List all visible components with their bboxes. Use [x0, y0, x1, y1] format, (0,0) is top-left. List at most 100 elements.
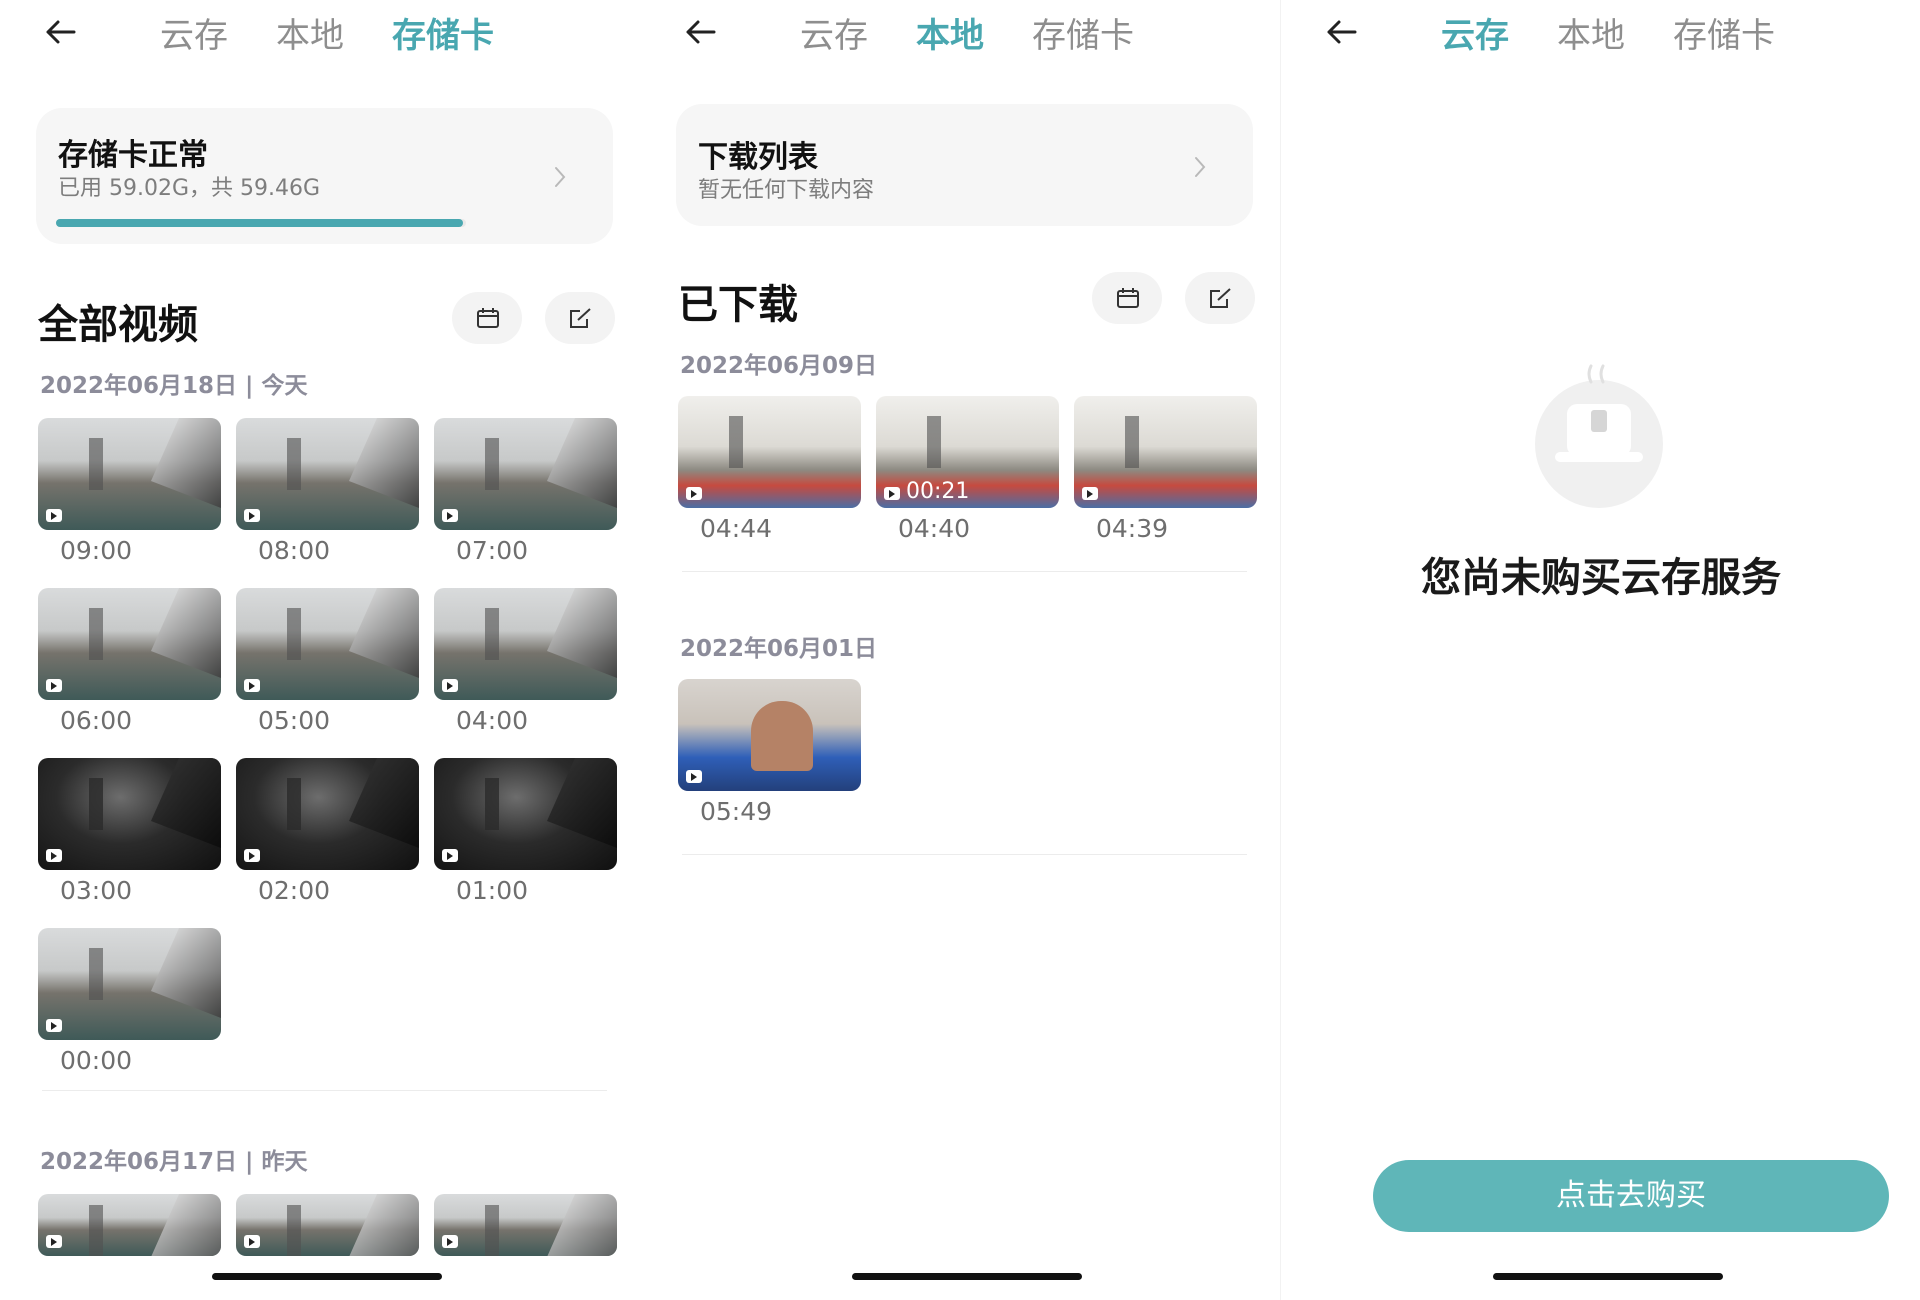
video-play-icon — [884, 487, 900, 500]
sdcard-usage-text: 已用 59.02G，共 59.46G — [58, 176, 321, 201]
calendar-button[interactable] — [1092, 272, 1162, 324]
tab-local[interactable]: 本地 — [916, 8, 984, 57]
sdcard-status-card[interactable]: 存储卡正常 已用 59.02G，共 59.46G — [36, 108, 613, 244]
thumbnail-image — [678, 396, 861, 508]
video-time: 05:49 — [700, 797, 773, 826]
chevron-right-icon — [551, 164, 569, 190]
thumbnail-detail — [89, 948, 104, 1001]
date-header: 2022年06月01日 — [680, 636, 878, 662]
download-list-card[interactable]: 下载列表 暂无任何下载内容 — [676, 104, 1253, 226]
video-thumbnail[interactable] — [38, 928, 221, 1040]
video-time: 04:00 — [456, 706, 529, 735]
thumbnail-detail — [927, 416, 942, 469]
buy-button[interactable]: 点击去购买 — [1373, 1160, 1889, 1232]
video-thumbnail[interactable] — [38, 1194, 221, 1256]
video-play-icon — [46, 849, 62, 862]
thumbnail-detail — [287, 438, 302, 491]
tab-sdcard[interactable]: 存储卡 — [1032, 8, 1134, 57]
chevron-right-icon — [1191, 154, 1209, 180]
edit-icon — [570, 308, 591, 328]
video-play-icon — [442, 849, 458, 862]
storage-progress-bar — [56, 219, 466, 227]
video-time: 01:00 — [456, 876, 529, 905]
thumbnail-detail — [1125, 416, 1140, 469]
video-thumbnail[interactable] — [1074, 396, 1257, 508]
section-divider — [42, 1090, 607, 1091]
video-time: 09:00 — [60, 536, 133, 565]
back-arrow-icon[interactable] — [40, 10, 84, 54]
video-time: 05:00 — [258, 706, 331, 735]
video-thumbnail[interactable] — [434, 418, 617, 530]
top-bar: 云存 本地 存储卡 — [1281, 0, 1920, 70]
video-thumbnail[interactable] — [38, 418, 221, 530]
storage-progress-fill — [56, 219, 463, 227]
video-play-icon — [442, 679, 458, 692]
thumbnail-detail — [485, 1205, 500, 1256]
date-header: 2022年06月17日 | 昨天 — [40, 1149, 308, 1175]
thumbnail-detail — [89, 1205, 104, 1256]
top-bar: 云存 本地 存储卡 — [0, 0, 640, 70]
thumbnail-detail — [485, 778, 500, 831]
video-play-icon — [244, 849, 260, 862]
thumbnail-image — [1074, 396, 1257, 508]
back-arrow-icon[interactable] — [680, 10, 724, 54]
tab-cloud[interactable]: 云存 — [1441, 8, 1509, 57]
home-indicator — [212, 1273, 442, 1280]
video-play-icon — [442, 509, 458, 522]
video-time: 06:00 — [60, 706, 133, 735]
thumbnail-detail — [485, 608, 500, 661]
video-play-icon — [686, 770, 702, 783]
section-title: 全部视频 — [38, 302, 198, 348]
video-play-icon — [46, 1235, 62, 1248]
video-thumbnail[interactable]: 00:21 — [876, 396, 1059, 508]
tab-sdcard[interactable]: 存储卡 — [1673, 8, 1775, 57]
video-time: 08:00 — [258, 536, 331, 565]
home-indicator — [1493, 1273, 1723, 1280]
thumbnail-detail — [729, 416, 744, 469]
video-time: 07:00 — [456, 536, 529, 565]
back-arrow-icon[interactable] — [1321, 10, 1365, 54]
tab-sdcard[interactable]: 存储卡 — [392, 8, 494, 57]
home-indicator — [852, 1273, 1082, 1280]
tab-local[interactable]: 本地 — [1557, 8, 1625, 57]
thumbnail-detail — [287, 778, 302, 831]
video-play-icon — [244, 1235, 260, 1248]
empty-cup-icon — [1533, 360, 1665, 510]
video-thumbnail[interactable] — [236, 418, 419, 530]
video-play-icon — [244, 509, 260, 522]
edit-button[interactable] — [545, 292, 615, 344]
video-thumbnail[interactable] — [434, 758, 617, 870]
tab-cloud[interactable]: 云存 — [160, 8, 228, 57]
tab-cloud[interactable]: 云存 — [800, 8, 868, 57]
video-thumbnail[interactable] — [236, 758, 419, 870]
sdcard-panel: 云存 本地 存储卡 存储卡正常 已用 59.02G，共 59.46G 全部视频 … — [0, 0, 640, 1300]
thumbnail-detail — [89, 608, 104, 661]
thumbnail-detail — [751, 701, 814, 772]
video-time: 04:44 — [700, 514, 773, 543]
local-panel: 云存 本地 存储卡 下载列表 暂无任何下载内容 已下载 2022年06月09日 0… — [640, 0, 1280, 1300]
calendar-icon — [1117, 288, 1139, 308]
video-thumbnail[interactable] — [38, 758, 221, 870]
video-time: 04:40 — [898, 514, 971, 543]
video-time: 02:00 — [258, 876, 331, 905]
video-thumbnail[interactable] — [434, 1194, 617, 1256]
sdcard-status-title: 存储卡正常 — [58, 138, 208, 173]
video-time: 04:39 — [1096, 514, 1169, 543]
video-play-icon — [46, 1019, 62, 1032]
video-thumbnail[interactable] — [236, 1194, 419, 1256]
video-thumbnail[interactable] — [678, 679, 861, 791]
thumbnail-detail — [485, 438, 500, 491]
video-thumbnail[interactable] — [434, 588, 617, 700]
video-play-icon — [244, 679, 260, 692]
video-thumbnail[interactable] — [236, 588, 419, 700]
section-divider — [682, 854, 1247, 855]
edit-button[interactable] — [1185, 272, 1255, 324]
video-thumbnail[interactable] — [678, 396, 861, 508]
video-play-icon — [46, 679, 62, 692]
video-play-icon — [46, 509, 62, 522]
date-header: 2022年06月18日 | 今天 — [40, 373, 308, 399]
tab-local[interactable]: 本地 — [276, 8, 344, 57]
video-thumbnail[interactable] — [38, 588, 221, 700]
video-time: 00:00 — [60, 1046, 133, 1075]
calendar-button[interactable] — [452, 292, 522, 344]
